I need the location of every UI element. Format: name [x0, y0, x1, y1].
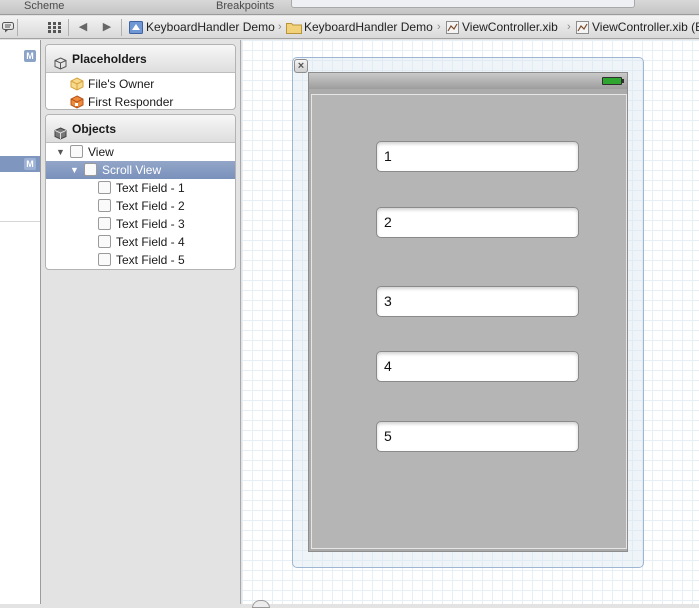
tree-item-view[interactable]: ▼ View [46, 143, 235, 161]
scheme-label[interactable]: Scheme [24, 0, 64, 13]
placeholders-title: Placeholders [72, 52, 147, 66]
divider [0, 221, 40, 222]
divider [121, 19, 122, 36]
tree-item-text-field[interactable]: Text Field - 5 [46, 251, 235, 269]
navigator-column: M M [0, 40, 41, 604]
breadcrumb-xib[interactable]: ViewController.xib [462, 16, 558, 39]
breadcrumb-separator-icon: › [278, 21, 282, 33]
activity-view [291, 0, 635, 8]
text-field-2[interactable]: 2 [376, 207, 579, 238]
tree-item-label: Text Field - 3 [116, 217, 185, 231]
divider [17, 19, 18, 36]
canvas-zoom-handle[interactable] [252, 600, 270, 608]
xib-icon [576, 21, 590, 34]
tree-item-label: Text Field - 4 [116, 235, 185, 249]
files-owner-cube-icon [70, 77, 84, 91]
disclosure-triangle-icon[interactable]: ▼ [56, 143, 66, 161]
text-field-icon [98, 217, 111, 230]
toolbar: Scheme Breakpoints [0, 0, 699, 15]
iphone-view[interactable]: 1 2 3 4 5 [308, 72, 628, 552]
interface-builder-canvas[interactable]: × 1 2 3 4 5 [242, 40, 699, 608]
placeholders-header[interactable]: Placeholders [46, 45, 235, 73]
project-icon [129, 21, 143, 34]
divider [68, 19, 69, 36]
text-field-4[interactable]: 4 [376, 351, 579, 382]
status-bar [309, 73, 627, 89]
related-items-icon[interactable] [1, 16, 15, 39]
document-outline: Placeholders File's Owner First Responde… [41, 40, 241, 604]
objects-cube-icon [54, 122, 67, 140]
disclosure-triangle-icon[interactable]: ▼ [70, 161, 80, 179]
tree-item-label: Text Field - 2 [116, 199, 185, 213]
modified-badge: M [24, 158, 36, 170]
text-field-3[interactable]: 3 [376, 286, 579, 317]
files-owner-label: File's Owner [88, 77, 155, 91]
grid-icon[interactable] [46, 16, 62, 39]
breadcrumb-separator-icon: › [567, 21, 571, 33]
xib-icon [446, 21, 460, 34]
modified-badge: M [24, 50, 36, 62]
tree-item-text-field[interactable]: Text Field - 1 [46, 179, 235, 197]
text-field-1[interactable]: 1 [376, 141, 579, 172]
tree-item-label: View [88, 145, 114, 159]
text-field-icon [98, 181, 111, 194]
breadcrumb-folder[interactable]: KeyboardHandler Demo [304, 16, 433, 39]
forward-arrow-icon[interactable]: ▶ [100, 16, 114, 39]
objects-header[interactable]: Objects [46, 115, 235, 143]
text-field-icon [98, 235, 111, 248]
scroll-view-icon [84, 163, 97, 176]
text-field-5[interactable]: 5 [376, 421, 579, 452]
tree-item-label: Text Field - 1 [116, 181, 185, 195]
placeholders-section: Placeholders File's Owner First Responde… [45, 44, 236, 110]
close-icon[interactable]: × [294, 59, 308, 73]
folder-icon [286, 21, 302, 34]
tree-item-text-field[interactable]: Text Field - 3 [46, 215, 235, 233]
objects-title: Objects [72, 122, 117, 136]
breakpoints-label[interactable]: Breakpoints [216, 0, 274, 13]
view-icon [70, 145, 83, 158]
breadcrumb-xib-detail[interactable]: ViewController.xib (E [592, 16, 699, 39]
text-field-icon [98, 253, 111, 266]
tree-item-label: Scroll View [102, 163, 162, 177]
tree-item-label: Text Field - 5 [116, 253, 185, 267]
breadcrumb-project[interactable]: KeyboardHandler Demo [146, 16, 275, 39]
list-item[interactable]: First Responder [46, 93, 235, 109]
objects-section: Objects ▼ View ▼ Scroll View Text Field … [45, 114, 236, 270]
jump-bar: ◀ ▶ KeyboardHandler Demo › KeyboardHandl… [0, 16, 699, 39]
battery-icon [602, 77, 624, 85]
scroll-view[interactable]: 1 2 3 4 5 [311, 94, 627, 549]
breadcrumb-separator-icon: › [437, 21, 441, 33]
placeholder-cube-icon [54, 52, 67, 70]
back-arrow-icon[interactable]: ◀ [76, 16, 90, 39]
tree-item-scroll-view[interactable]: ▼ Scroll View [46, 161, 235, 179]
tree-item-text-field[interactable]: Text Field - 4 [46, 233, 235, 251]
first-responder-label: First Responder [88, 95, 174, 109]
view-controller-frame[interactable]: × 1 2 3 4 5 [292, 57, 644, 568]
tree-item-text-field[interactable]: Text Field - 2 [46, 197, 235, 215]
list-item[interactable]: File's Owner [46, 75, 235, 93]
first-responder-cube-icon [70, 95, 84, 109]
text-field-icon [98, 199, 111, 212]
